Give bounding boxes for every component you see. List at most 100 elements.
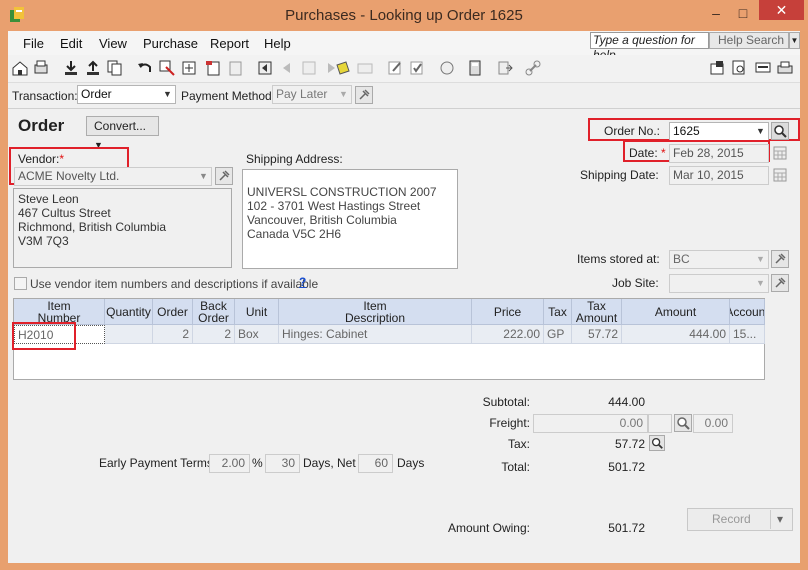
preview-icon[interactable] xyxy=(730,59,748,77)
freight-tax-code[interactable] xyxy=(648,414,672,433)
items-stored-select[interactable]: BC ▼ xyxy=(669,250,769,269)
pin-icon xyxy=(775,253,786,264)
vendor-item-checkbox[interactable] xyxy=(14,277,27,290)
chevron-down-icon[interactable]: ▼ xyxy=(160,86,175,103)
shipping-address[interactable]: UNIVERSL CONSTRUCTION 2007 102 - 3701 We… xyxy=(242,169,458,269)
chevron-down-icon[interactable]: ▼ xyxy=(336,86,351,103)
help-search-button[interactable]: Help Search xyxy=(709,32,789,49)
grid-header-amount[interactable]: Amount xyxy=(622,299,730,325)
net-days[interactable]: 60 xyxy=(358,454,393,473)
help-question-input[interactable]: Type a question for help xyxy=(590,32,709,62)
job-site-select[interactable]: ▼ xyxy=(669,274,769,293)
grid-cell-amount[interactable]: 444.00 xyxy=(622,325,730,344)
grid-header-quantity[interactable]: Quantity xyxy=(105,299,153,325)
calc-icon[interactable] xyxy=(180,59,198,77)
order-search-button[interactable] xyxy=(771,122,789,140)
window-client: File Edit View Purchase Report Help Type… xyxy=(8,31,800,563)
refresh-icon[interactable] xyxy=(438,59,456,77)
email-icon[interactable] xyxy=(356,59,374,77)
save-icon[interactable] xyxy=(62,59,80,77)
calculator-icon[interactable] xyxy=(466,59,484,77)
vendor-address[interactable]: Steve Leon 467 Cultus Street Richmond, B… xyxy=(13,188,232,268)
grid-header-back-order[interactable]: Back Order xyxy=(193,299,235,325)
grid-cell-description[interactable]: Hinges: Cabinet xyxy=(279,325,472,344)
freight-field[interactable]: 0.00 xyxy=(533,414,648,433)
grid-header-tax[interactable]: Tax xyxy=(544,299,572,325)
menu-view[interactable]: View xyxy=(99,36,127,51)
job-site-lookup-button[interactable] xyxy=(771,274,789,292)
date-field[interactable]: Feb 28, 2015 xyxy=(669,144,769,163)
grid-cell-price[interactable]: 222.00 xyxy=(472,325,544,344)
grid-cell-unit[interactable]: Box xyxy=(235,325,279,344)
order-no-select[interactable]: 1625 ▼ xyxy=(669,122,769,141)
record-label: Record xyxy=(712,512,751,526)
reports-icon[interactable] xyxy=(708,59,726,77)
note-icon[interactable] xyxy=(334,59,352,77)
chevron-down-icon[interactable]: ▼ xyxy=(753,251,768,268)
link-icon[interactable] xyxy=(524,59,542,77)
copy-icon[interactable] xyxy=(106,59,124,77)
record-button[interactable]: Record ▾ xyxy=(687,508,793,531)
next-icon[interactable] xyxy=(300,59,318,77)
chat-icon[interactable] xyxy=(754,59,772,77)
chevron-down-icon[interactable]: ▼ xyxy=(753,123,768,140)
early-payment-days[interactable]: 30 xyxy=(265,454,300,473)
grid-header-tax-amount[interactable]: Tax Amount xyxy=(572,299,622,325)
recall-icon[interactable] xyxy=(158,59,176,77)
transaction-select[interactable]: Order ▼ xyxy=(77,85,176,104)
pin-icon xyxy=(359,89,370,100)
grid-cell-tax-amount[interactable]: 57.72 xyxy=(572,325,622,344)
undo-icon[interactable] xyxy=(136,59,154,77)
first-icon[interactable] xyxy=(256,59,274,77)
close-button[interactable]: ✕ xyxy=(759,0,804,20)
shipping-date-field[interactable]: Mar 10, 2015 xyxy=(669,166,769,185)
convert-button[interactable]: Convert... ▼ xyxy=(86,116,159,150)
grid-cell-quantity[interactable] xyxy=(105,325,153,344)
printer-icon[interactable] xyxy=(226,59,244,77)
approve-icon[interactable] xyxy=(408,59,426,77)
grid-header-unit[interactable]: Unit xyxy=(235,299,279,325)
calendar-icon[interactable] xyxy=(773,166,787,183)
menu-file[interactable]: File xyxy=(23,36,44,51)
grid-cell-tax[interactable]: GP xyxy=(544,325,572,344)
export-icon[interactable] xyxy=(496,59,514,77)
chevron-down-icon[interactable]: ▼ xyxy=(196,168,211,185)
grid-header-account[interactable]: Account xyxy=(730,299,765,325)
menu-help[interactable]: Help xyxy=(264,36,291,51)
grid-cell-order[interactable]: 2 xyxy=(153,325,193,344)
freight-search-button[interactable] xyxy=(674,414,692,432)
upload-icon[interactable] xyxy=(84,59,102,77)
payment-lookup-button[interactable] xyxy=(355,86,373,104)
early-payment-percent[interactable]: 2.00 xyxy=(209,454,250,473)
chevron-down-icon[interactable]: ▼ xyxy=(753,275,768,292)
maximize-button[interactable]: □ xyxy=(733,4,753,22)
print-icon[interactable] xyxy=(32,59,50,77)
journal-icon[interactable] xyxy=(204,59,222,77)
grid-header-description[interactable]: Item Description xyxy=(279,299,472,325)
freight-tax-field[interactable]: 0.00 xyxy=(693,414,733,433)
chevron-down-icon[interactable]: ▾ xyxy=(777,509,783,530)
tax-detail-button[interactable] xyxy=(649,435,665,451)
payment-method-select[interactable]: Pay Later ▼ xyxy=(272,85,352,104)
grid-cell-back-order[interactable]: 2 xyxy=(193,325,235,344)
vendor-select[interactable]: ACME Novelty Ltd. ▼ xyxy=(14,167,212,186)
calendar-icon[interactable] xyxy=(773,144,787,161)
menu-edit[interactable]: Edit xyxy=(60,36,82,51)
grid-header-order[interactable]: Order xyxy=(153,299,193,325)
vendor-address-line: 467 Cultus Street xyxy=(18,206,111,220)
total-value: 501.72 xyxy=(608,460,645,474)
home-icon[interactable] xyxy=(11,59,29,77)
edit-icon[interactable] xyxy=(386,59,404,77)
vendor-lookup-button[interactable] xyxy=(215,167,233,185)
print-right-icon[interactable] xyxy=(776,59,794,77)
menu-purchase[interactable]: Purchase xyxy=(143,36,198,51)
help-link[interactable]: ? xyxy=(299,275,306,289)
help-dropdown-icon[interactable]: ▼ xyxy=(789,32,800,49)
minimize-button[interactable]: – xyxy=(706,4,726,22)
prev-icon[interactable] xyxy=(278,59,296,77)
grid-header-price[interactable]: Price xyxy=(472,299,544,325)
grid-cell-account[interactable]: 15... xyxy=(730,325,765,344)
record-divider xyxy=(770,510,771,529)
items-stored-lookup-button[interactable] xyxy=(771,250,789,268)
menu-report[interactable]: Report xyxy=(210,36,249,51)
